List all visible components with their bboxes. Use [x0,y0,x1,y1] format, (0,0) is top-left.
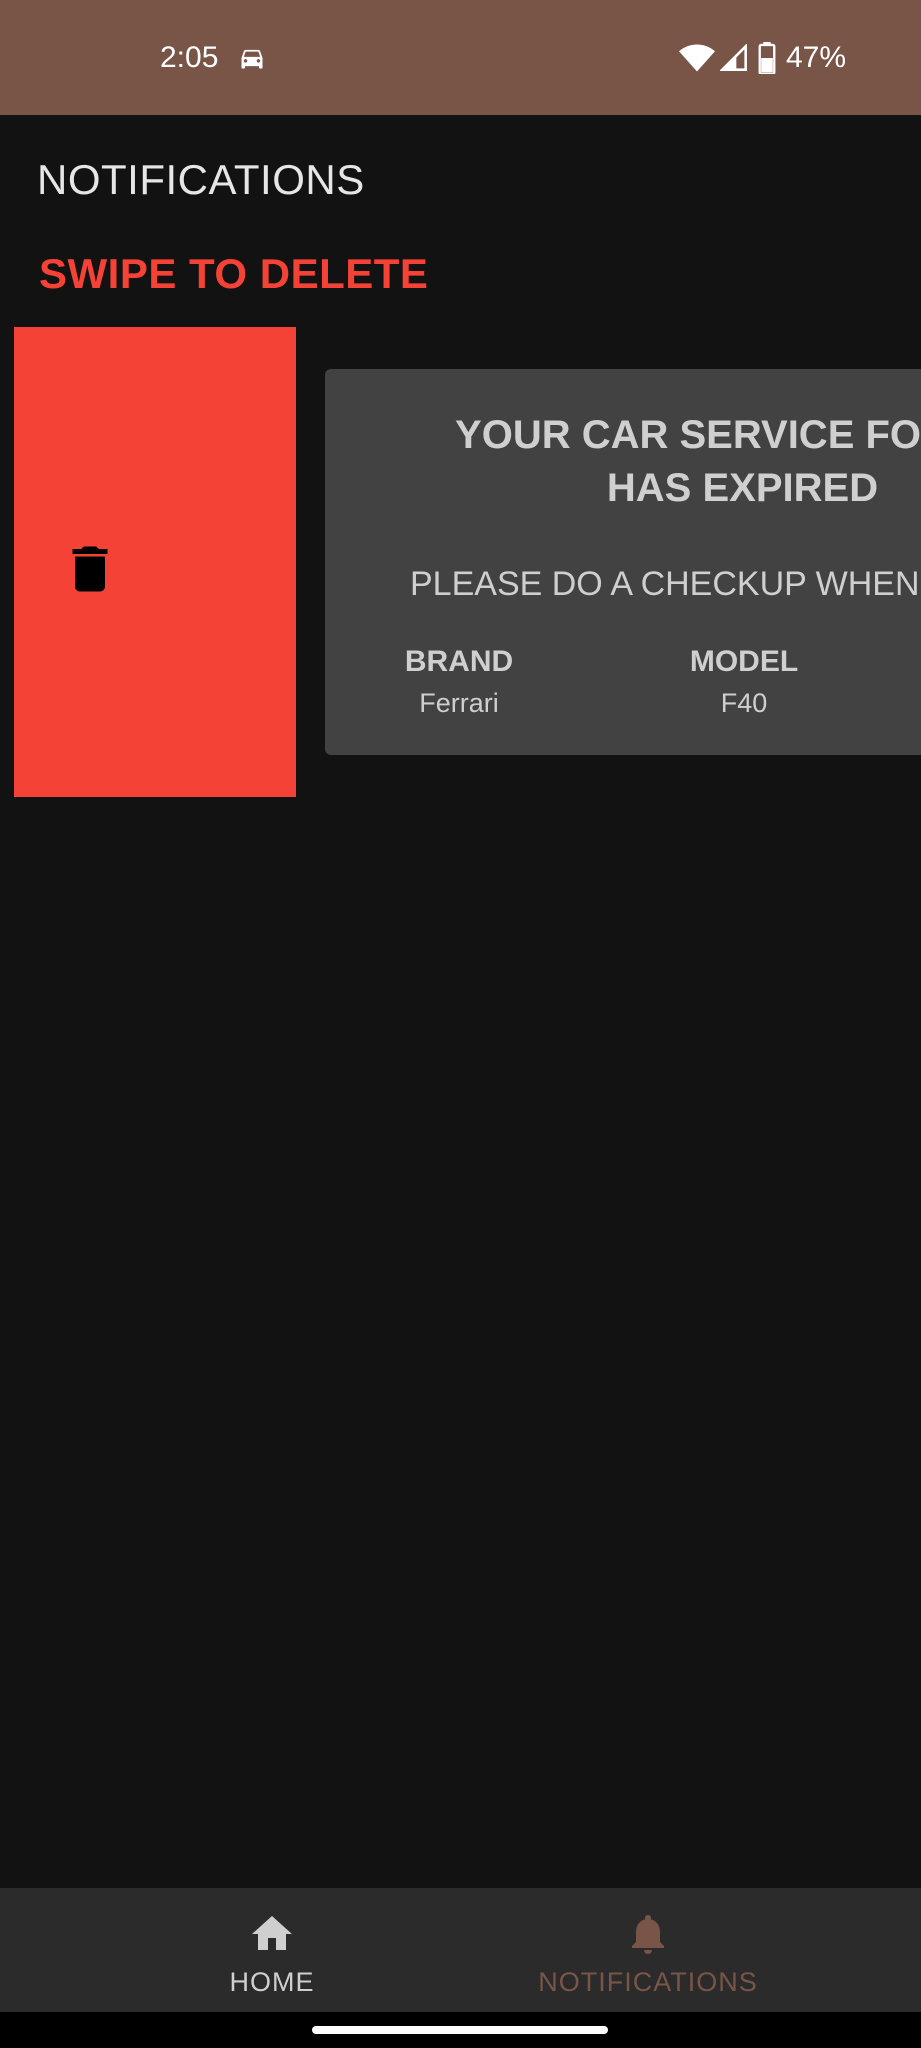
nav-label-notifications: NOTIFICATIONS [538,1967,758,1997]
trash-icon [72,546,108,592]
model-detail: MODEL F40 [644,644,844,720]
bottom-navigation: HOME NOTIFICATIONS [0,1888,921,2012]
nav-label-home: HOME [229,1967,315,1997]
wifi-icon [679,44,715,72]
swipe-delete-action[interactable] [14,327,296,797]
gesture-navigation-area [0,2012,921,2048]
gesture-handle[interactable] [312,2026,608,2034]
model-value: F40 [720,688,768,718]
notification-message: PLEASE DO A CHECKUP WHEN POSSIBLE [410,565,921,603]
car-icon [241,49,263,69]
brand-detail: BRAND Ferrari [359,644,559,720]
nav-item-notifications[interactable]: NOTIFICATIONS [498,1888,798,2012]
notification-title: YOUR CAR SERVICE FOR F40 HAS EXPIRED [455,413,921,510]
status-bar: 2:05 47% [0,0,921,115]
home-icon [252,1916,292,1950]
bell-icon [632,1915,664,1954]
cell-signal-icon [720,44,747,71]
nav-item-home[interactable]: HOME [172,1888,372,2012]
model-label: MODEL [689,645,799,678]
brand-value: Ferrari [419,688,499,718]
page-title: NOTIFICATIONS [37,156,365,203]
battery-icon [758,42,776,74]
status-time: 2:05 [160,41,219,74]
battery-percentage: 47% [786,41,847,74]
notifications-screen: 2:05 47% NOTIFICATIONS SWIPE TO DELETE Y… [0,0,921,2048]
notification-card[interactable]: YOUR CAR SERVICE FOR F40 HAS EXPIRED PLE… [325,369,921,755]
swipe-hint: SWIPE TO DELETE [39,250,429,297]
brand-label: BRAND [404,645,514,678]
